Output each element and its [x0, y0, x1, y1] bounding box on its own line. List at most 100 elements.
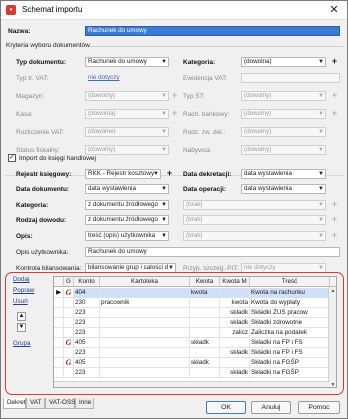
cell-kwota-m: kwota	[220, 298, 250, 308]
kasa-label: Kasa:	[16, 111, 33, 118]
rejestr-ksiegowy-select[interactable]: RKK - Rejestr kosztowy ▼	[85, 169, 161, 179]
cell-kwota-m: składk	[220, 318, 250, 328]
cell-kwota	[190, 318, 220, 328]
rozliczenie-vat-select[interactable]: (dowolne) ▼	[85, 127, 169, 137]
kategoria-label: Kategoria:	[183, 59, 216, 66]
import-kategoria-select[interactable]: z dokumentu źródłowego ▼	[85, 200, 169, 210]
add-typ-st-button[interactable]: +	[330, 91, 339, 101]
table-row[interactable]: 230 pracownik kwota Kwota do wypłaty	[54, 298, 336, 308]
cell-kartoteka: pracownik	[100, 298, 190, 308]
import-kategoria-brak-select[interactable]: (brak) ▼	[183, 200, 326, 210]
opis-select[interactable]: treść (opis) użytkownika ▼	[85, 231, 169, 241]
table-row[interactable]: 223 zalicz Zaliczka na podatek	[54, 328, 336, 338]
grid-vertical-scrollbar[interactable]: ▲ ▼	[328, 287, 336, 387]
magazyn-select[interactable]: (dowolny) ▼	[85, 91, 169, 101]
row-marker	[54, 318, 64, 328]
opis-uzytkownika-input[interactable]: Rachunek do umowy	[85, 247, 340, 257]
table-row[interactable]: 223 składk Składki na FP i FS	[54, 348, 336, 358]
close-icon[interactable]: ✕	[327, 3, 341, 17]
typ-tr-vat-value[interactable]: nie dotyczy	[85, 73, 169, 83]
add-rejestr-button[interactable]: +	[165, 169, 174, 179]
table-row[interactable]: 223 składk Składki ZUS pracow	[54, 308, 336, 318]
data-dekretacji-select[interactable]: data wystawienia ▼	[241, 169, 326, 179]
cell-kwota-m: składk	[220, 308, 250, 318]
table-row[interactable]: 223 składk Składki zdrowotne	[54, 318, 336, 328]
tab-dekret[interactable]: Dekret	[3, 398, 26, 409]
chevron-down-icon: ▼	[318, 265, 324, 271]
table-row[interactable]: ▶ G 404 kwota Kwota na rachunku	[54, 288, 336, 298]
typ-tr-vat-label: Typ tr. VAT:	[16, 75, 49, 82]
header-kartoteka[interactable]: Kartoteka	[100, 277, 190, 287]
header-g[interactable]: G	[64, 277, 74, 287]
cancel-button[interactable]: Anuluj	[251, 401, 291, 414]
typ-dokumentu-select[interactable]: Rachunek do umowy ▼	[85, 57, 169, 67]
cell-kwota	[190, 298, 220, 308]
add-rodzaj-dowodu-button[interactable]: +	[330, 215, 339, 225]
cell-kwota	[190, 348, 220, 358]
kasa-select[interactable]: (dowolna) ▼	[85, 109, 169, 119]
cell-kartoteka	[100, 288, 190, 298]
add-import-kategoria-button[interactable]: +	[330, 200, 339, 210]
add-kasa-button[interactable]: +	[170, 109, 179, 119]
opis-brak-select[interactable]: (brak) ▼	[183, 231, 326, 241]
header-konto[interactable]: Konto	[74, 277, 100, 287]
move-up-button[interactable]: ▲	[17, 312, 26, 321]
cell-tresc: Składki na FP i FS	[250, 348, 330, 358]
table-row[interactable]: 223 składk Składki na FGŚP	[54, 368, 336, 378]
row-marker	[54, 308, 64, 318]
add-kategoria-button[interactable]: +	[330, 57, 339, 67]
rodzaj-dowodu-brak-select[interactable]: (brak) ▼	[183, 215, 326, 225]
data-operacji-select[interactable]: data wystawienia ▼	[241, 184, 326, 194]
header-kwota[interactable]: Kwota	[190, 277, 220, 287]
row-marker	[54, 348, 64, 358]
cell-tresc: Składki zdrowotne	[250, 318, 330, 328]
cell-tresc: Składki na FP i FS	[250, 338, 330, 348]
cell-kwota: składk	[190, 358, 220, 368]
typ-st-select[interactable]: (dowolny) ▼	[241, 91, 326, 101]
kategoria-select[interactable]: (dowolna) ▼	[241, 57, 326, 67]
chevron-down-icon: ▼	[161, 202, 167, 208]
ewidencja-vat-field[interactable]	[241, 73, 340, 83]
scroll-down-icon[interactable]: ▼	[329, 381, 336, 387]
dodaj-link[interactable]: Dodaj	[13, 276, 29, 283]
cell-kartoteka	[100, 358, 190, 368]
rodzaj-dowodu-select[interactable]: z dokumentu źródłowego ▼	[85, 215, 169, 225]
rodz-zw-del-select[interactable]: (dowolny) ▼	[241, 127, 326, 137]
group-g-icon: G	[64, 338, 74, 348]
grid-horizontal-scrollbar[interactable]	[54, 381, 330, 387]
tab-inne[interactable]: Inne	[75, 398, 94, 409]
help-button[interactable]: Pomoc	[298, 401, 340, 414]
nabywca-select[interactable]: (dowolny) ▼	[241, 145, 326, 155]
header-tresc[interactable]: Treść	[250, 277, 330, 287]
chevron-down-icon: ▼	[161, 129, 167, 135]
ok-button[interactable]: OK	[206, 401, 246, 414]
name-input[interactable]: Rachunek do umowy	[85, 26, 340, 36]
usun-link[interactable]: Usuń	[13, 298, 28, 305]
status-fiskalny-select[interactable]: (dowolny) ▼	[85, 145, 169, 155]
chevron-down-icon: ▼	[318, 233, 324, 239]
move-down-button[interactable]: ▼	[17, 323, 26, 332]
popraw-link[interactable]: Popraw	[13, 287, 34, 294]
scroll-up-icon[interactable]: ▲	[329, 287, 336, 295]
group-g-icon	[64, 368, 74, 378]
chevron-down-icon: ▼	[168, 265, 174, 271]
cell-kartoteka	[100, 368, 190, 378]
cell-konto: 230	[74, 298, 100, 308]
header-kwota-m[interactable]: Kwota M	[220, 277, 250, 287]
grupa-link[interactable]: Grupa	[13, 340, 31, 347]
chevron-down-icon: ▼	[318, 186, 324, 192]
chevron-down-icon: ▼	[318, 129, 324, 135]
tab-vat[interactable]: VAT	[26, 398, 45, 409]
tab-vat-oss[interactable]: VAT-OSS	[45, 398, 75, 409]
table-row[interactable]: G 405 składk Składki na FP i FS	[54, 338, 336, 348]
add-opis-button[interactable]: +	[330, 231, 339, 241]
data-dokumentu-select[interactable]: data wystawienia ▼	[85, 184, 169, 194]
add-magazyn-button[interactable]: +	[170, 91, 179, 101]
table-row[interactable]: G 405 składk Składki na FGŚP	[54, 358, 336, 368]
row-marker	[54, 338, 64, 348]
rach-bankowy-select[interactable]: (dowolny) ▼	[241, 109, 326, 119]
cell-kwota-m	[220, 338, 250, 348]
add-rach-bankowy-button[interactable]: +	[330, 109, 339, 119]
dekret-grid[interactable]: G Konto Kartoteka Kwota Kwota M Treść ▶ …	[53, 276, 337, 388]
window-title: Schemat importu	[22, 5, 83, 14]
